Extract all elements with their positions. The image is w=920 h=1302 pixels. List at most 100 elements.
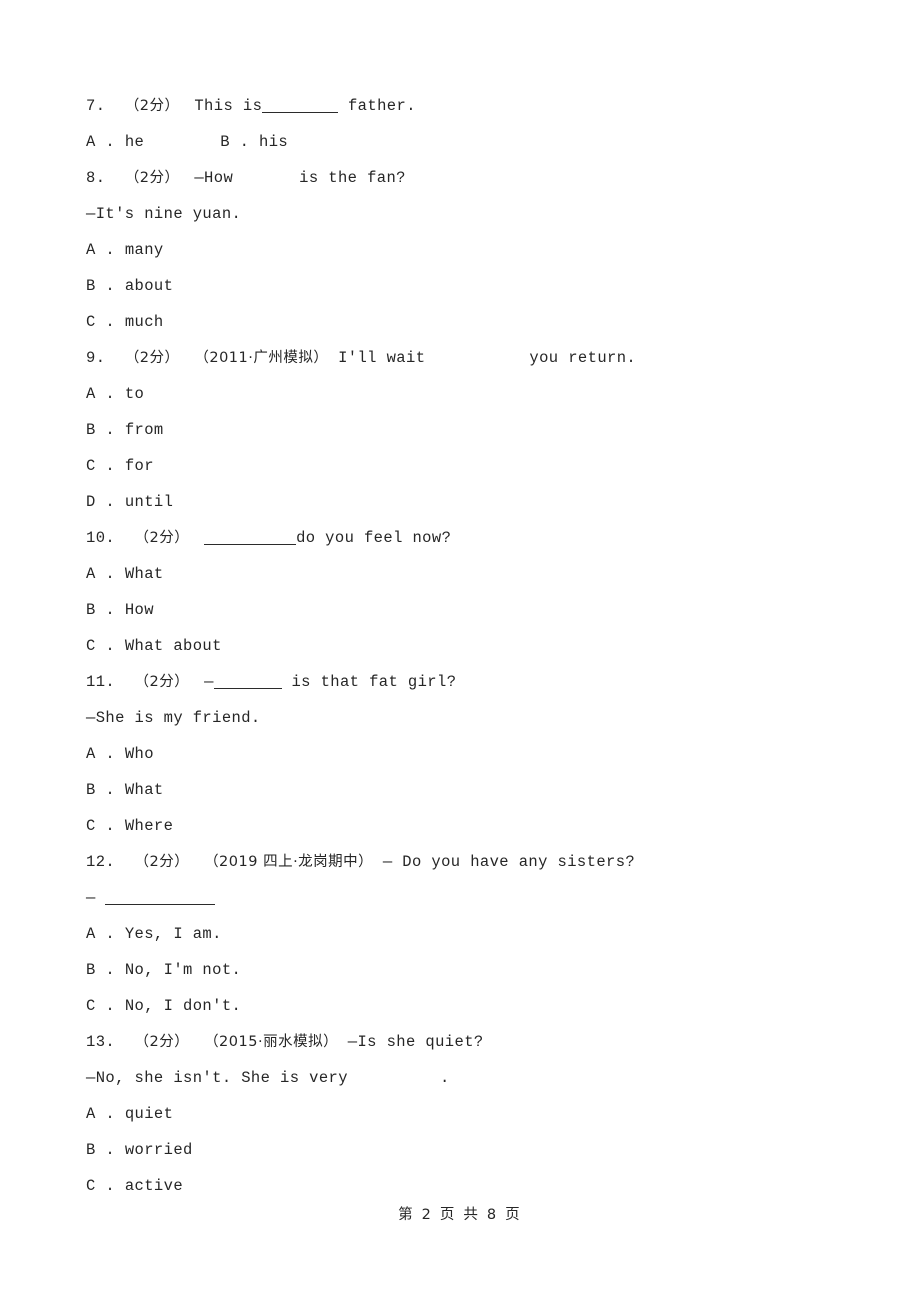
option-text: worried	[124, 1141, 193, 1159]
stem-text: —It's nine yuan.	[86, 205, 242, 223]
stem-text: — Do you have any sisters?	[382, 853, 636, 871]
answer-blank	[204, 530, 297, 545]
option-text: Who	[124, 745, 154, 763]
stem-text: —No, she isn't. She is very	[86, 1069, 348, 1087]
option-text: until	[124, 493, 174, 511]
question-stem: 11. （2分） — is that fat girl?	[86, 664, 866, 700]
option-b[interactable]: B . his	[220, 133, 288, 151]
question-score: （2分）	[134, 1034, 195, 1050]
stem-text-tail: is that fat girl?	[281, 673, 457, 691]
option-text: many	[124, 241, 164, 259]
option-text: much	[124, 313, 164, 331]
question-stem: 9. （2分） （2011·广州模拟） I'll wait you return.	[86, 340, 866, 376]
option-text: Where	[124, 817, 174, 835]
option-label: C	[86, 457, 96, 475]
option-b[interactable]: B . How	[86, 592, 866, 628]
option-label: C	[86, 817, 96, 835]
stem-text-tail: do you feel now?	[296, 529, 452, 547]
question-source: （2011·广州模拟）	[194, 350, 329, 366]
option-label: C	[86, 637, 96, 655]
stem-text: —She is my friend.	[86, 709, 261, 727]
option-b[interactable]: B . What	[86, 772, 866, 808]
option-a[interactable]: A . quiet	[86, 1096, 866, 1132]
question-score: （2分）	[124, 170, 185, 186]
dash-mark: —	[86, 889, 106, 907]
option-label: A	[86, 745, 96, 763]
option-label: A	[86, 133, 96, 151]
option-text: to	[124, 385, 145, 403]
question-score: （2分）	[134, 854, 195, 870]
option-text: No, I don't.	[124, 997, 242, 1015]
stem-text: —Is she quiet?	[347, 1033, 484, 1051]
option-label: C	[86, 997, 96, 1015]
option-label: D	[86, 493, 96, 511]
question-stem: 13. （2分） （2015·丽水模拟） —Is she quiet?	[86, 1024, 866, 1060]
option-row-inline[interactable]: A . he B . his	[86, 124, 866, 160]
option-a[interactable]: A . Who	[86, 736, 866, 772]
option-c[interactable]: C . for	[86, 448, 866, 484]
option-text: about	[124, 277, 174, 295]
option-b[interactable]: B . worried	[86, 1132, 866, 1168]
option-c[interactable]: C . Where	[86, 808, 866, 844]
option-text: from	[124, 421, 164, 439]
option-text: What	[124, 781, 164, 799]
option-text: How	[124, 601, 154, 619]
option-text: What	[124, 565, 164, 583]
page-footer: 第 2 页 共 8 页	[398, 1207, 522, 1223]
option-label: A	[86, 241, 96, 259]
option-b[interactable]: B . from	[86, 412, 866, 448]
option-a[interactable]: A . many	[86, 232, 866, 268]
question-number: 7.	[86, 97, 125, 115]
option-c[interactable]: C . much	[86, 304, 866, 340]
option-b[interactable]: B . about	[86, 268, 866, 304]
question-source: （2015·丽水模拟）	[204, 1034, 339, 1050]
question-score: （2分）	[124, 98, 185, 114]
stem-text-tail: father.	[338, 97, 416, 115]
question-stem-continued: —	[86, 880, 866, 916]
question-number: 12.	[86, 853, 135, 871]
option-a[interactable]: A . he	[86, 133, 144, 151]
option-text: his	[259, 133, 289, 151]
question-number: 11.	[86, 673, 135, 691]
question-stem-continued: —No, she isn't. She is very.	[86, 1060, 866, 1096]
option-label: A	[86, 385, 96, 403]
stem-text: I'll wait	[338, 349, 426, 367]
option-text: quiet	[124, 1105, 174, 1123]
option-a[interactable]: A . What	[86, 556, 866, 592]
option-a[interactable]: A . Yes, I am.	[86, 916, 866, 952]
option-c[interactable]: C . active	[86, 1168, 866, 1204]
question-score: （2分）	[134, 530, 195, 546]
stem-text: —How	[194, 169, 234, 187]
question-stem: 8. （2分） —How is the fan?	[86, 160, 866, 196]
option-text: active	[124, 1177, 184, 1195]
dash-mark: —	[204, 673, 214, 691]
option-b[interactable]: B . No, I'm not.	[86, 952, 866, 988]
question-source: （2019 四上·龙岗期中）	[204, 854, 374, 870]
option-c[interactable]: C . What about	[86, 628, 866, 664]
option-label: C	[86, 1177, 96, 1195]
question-stem: 12. （2分） （2019 四上·龙岗期中） — Do you have an…	[86, 844, 866, 880]
option-text: he	[124, 133, 145, 151]
option-c[interactable]: C . No, I don't.	[86, 988, 866, 1024]
option-label: B	[220, 133, 230, 151]
question-stem-continued: —It's nine yuan.	[86, 196, 866, 232]
question-stem: 7. （2分） This is father.	[86, 88, 866, 124]
answer-blank	[213, 674, 282, 689]
question-number: 10.	[86, 529, 135, 547]
option-label: A	[86, 565, 96, 583]
option-text: Yes, I am.	[124, 925, 222, 943]
stem-text-tail: .	[439, 1069, 450, 1087]
document-page: 7. （2分） This is father. A . he B . his 8. （…	[0, 0, 920, 1302]
option-text: for	[124, 457, 154, 475]
stem-text-tail: is the fan?	[299, 169, 406, 187]
answer-blank	[105, 890, 216, 905]
option-d[interactable]: D . until	[86, 484, 866, 520]
option-label: B	[86, 277, 96, 295]
stem-text: This is	[194, 97, 263, 115]
question-score: （2分）	[124, 350, 185, 366]
option-label: A	[86, 925, 96, 943]
question-number: 13.	[86, 1033, 135, 1051]
option-a[interactable]: A . to	[86, 376, 866, 412]
option-label: C	[86, 313, 96, 331]
question-number: 8.	[86, 169, 125, 187]
